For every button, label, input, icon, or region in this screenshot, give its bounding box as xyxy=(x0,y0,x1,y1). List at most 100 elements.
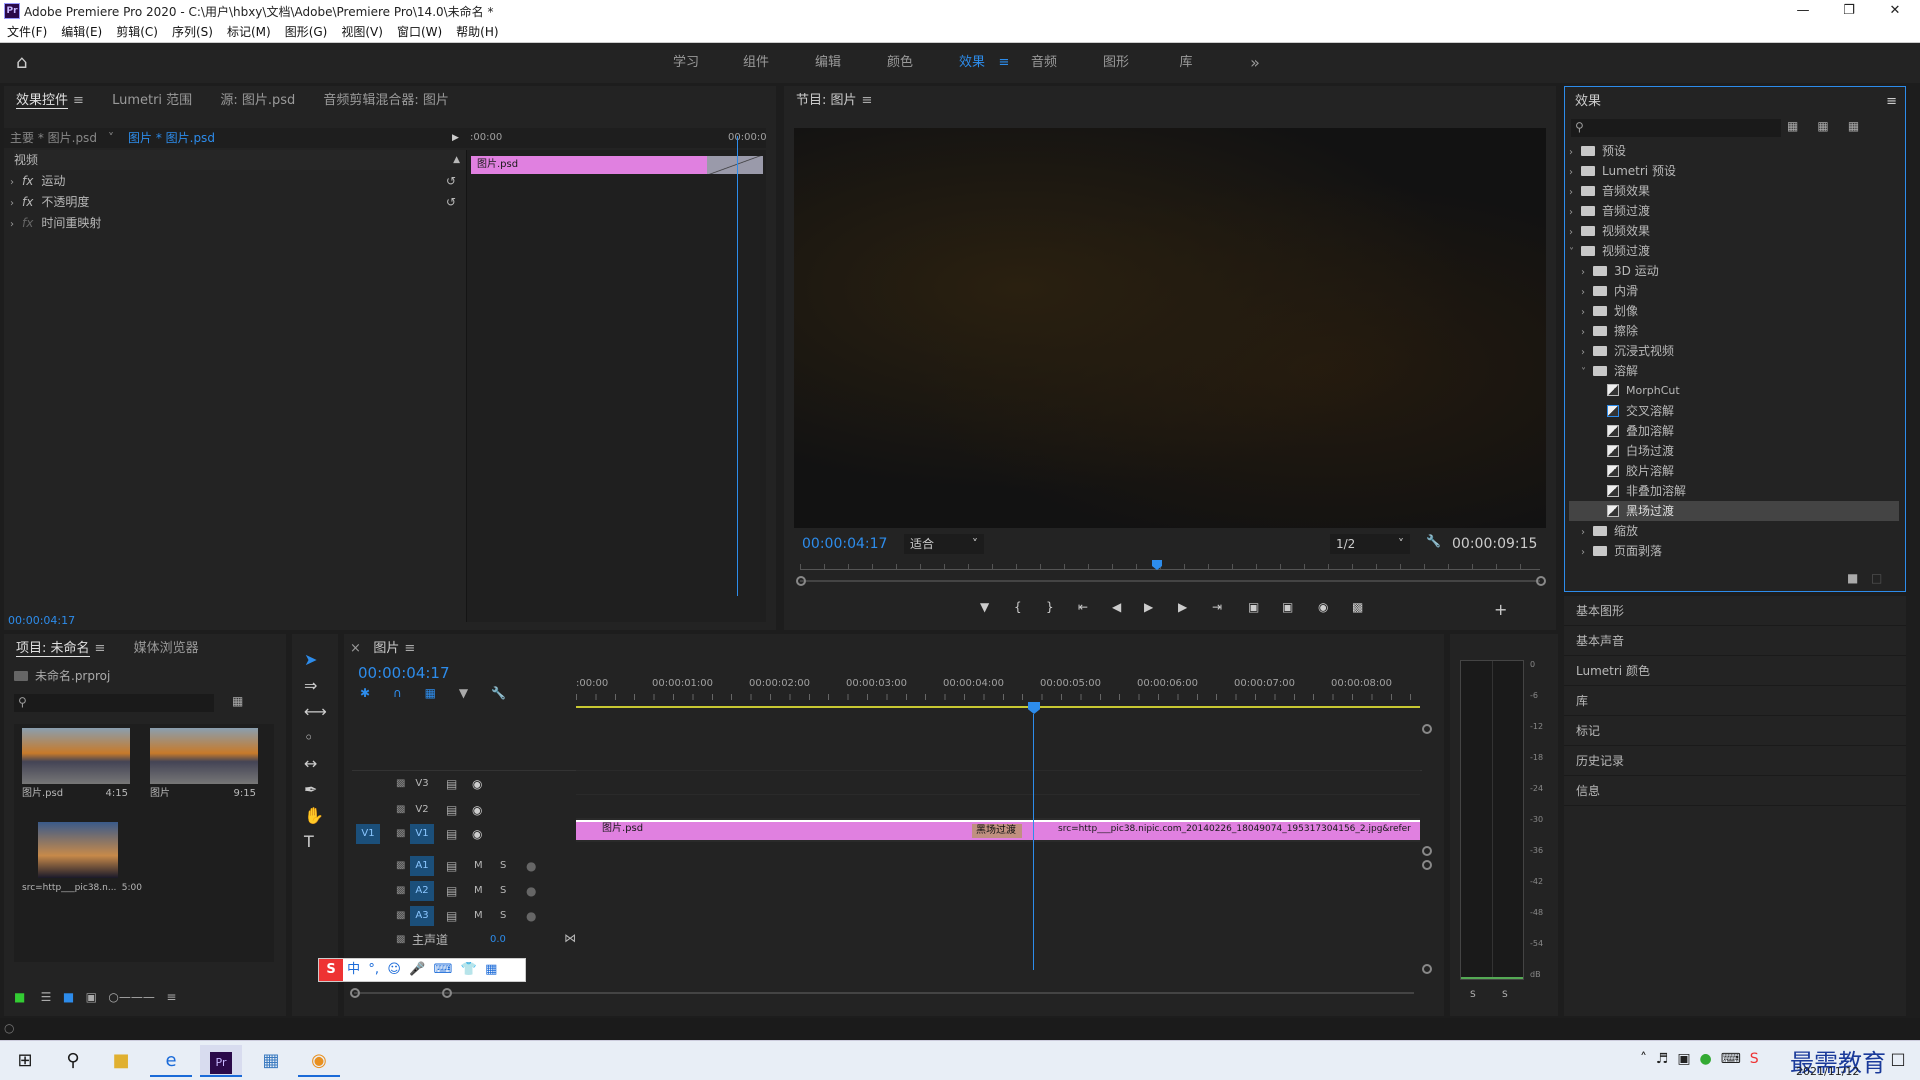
yuv-effects-icon[interactable]: ▦ xyxy=(1848,119,1859,133)
close-icon[interactable]: × xyxy=(350,641,361,656)
tab-media-browser[interactable]: 媒体浏览器 xyxy=(122,634,211,664)
snap-icon[interactable]: ∩ xyxy=(393,686,402,700)
menu-edit[interactable]: 编辑(E) xyxy=(54,22,109,42)
step-back-icon[interactable]: ◀ xyxy=(1112,600,1121,614)
speaker-icon[interactable]: ♬ xyxy=(1656,1051,1669,1067)
sync-lock-icon[interactable]: ▤ xyxy=(446,774,457,794)
project-search-input[interactable]: ⚲ xyxy=(14,694,214,712)
32bit-effects-icon[interactable]: ▦ xyxy=(1817,119,1828,133)
mute-button[interactable]: M xyxy=(474,856,483,876)
chevron-up-icon[interactable]: ˄ xyxy=(1640,1051,1647,1067)
work-area-bar[interactable] xyxy=(576,706,1420,708)
ripple-edit-tool-icon[interactable]: ⟷ xyxy=(304,702,327,721)
new-bin-icon[interactable]: ■ xyxy=(1847,571,1858,585)
add-marker-icon[interactable]: ▼ xyxy=(980,600,989,614)
mark-out-icon[interactable]: } xyxy=(1046,600,1054,614)
timeline-zoom-handle-left[interactable] xyxy=(350,988,360,998)
zoom-slider[interactable]: ○——— xyxy=(108,990,154,1004)
type-tool-icon[interactable]: T xyxy=(304,832,314,851)
folder-audio-effects[interactable]: › 音频效果 xyxy=(1569,181,1899,201)
project-item[interactable]: 图片.psd 4:15 xyxy=(22,728,138,812)
effect-cross-dissolve[interactable]: 交叉溶解 xyxy=(1569,401,1899,421)
panel-markers[interactable]: 标记 xyxy=(1564,716,1906,746)
lock-icon[interactable]: ■ xyxy=(14,990,25,1004)
effect-non-additive-dissolve[interactable]: 非叠加溶解 xyxy=(1569,481,1899,501)
effect-opacity[interactable]: › fx 不透明度 ↺ xyxy=(10,192,466,212)
ime-punctuation[interactable]: °, xyxy=(368,962,379,977)
effect-dip-to-white[interactable]: 白场过渡 xyxy=(1569,441,1899,461)
timeline-playhead-line[interactable] xyxy=(1033,714,1034,970)
lock-icon[interactable]: ▩ xyxy=(396,824,408,844)
sync-lock-icon[interactable]: ▤ xyxy=(446,824,457,844)
workspace-effects[interactable]: 效果 xyxy=(946,43,998,83)
ime-chinese-mode[interactable]: 中 xyxy=(347,962,360,977)
timeline-zoom-handle-right[interactable] xyxy=(442,988,452,998)
timeline-zoom-scrollbar[interactable] xyxy=(354,992,1414,994)
app-icon[interactable]: ◉ xyxy=(298,1045,340,1077)
workspace-learn[interactable]: 学习 xyxy=(660,43,712,83)
go-to-out-icon[interactable]: ⇥ xyxy=(1212,600,1222,614)
add-marker-icon[interactable]: ▼ xyxy=(459,686,468,700)
lock-icon[interactable]: ▩ xyxy=(396,930,405,950)
resolution-dropdown[interactable]: 1/2 ˅ xyxy=(1330,534,1410,554)
tab-project[interactable]: 项目: 未命名 ≡ xyxy=(4,634,117,664)
folder-lumetri-presets[interactable]: › Lumetri 预设 xyxy=(1569,161,1899,181)
comparison-view-icon[interactable]: ▩ xyxy=(1352,600,1363,614)
linked-selection-icon[interactable]: ▦ xyxy=(425,686,436,700)
track-v1[interactable]: V1 xyxy=(410,824,434,844)
panel-essential-graphics[interactable]: 基本图形 xyxy=(1564,596,1906,626)
workspace-libraries[interactable]: 库 xyxy=(1160,43,1212,83)
nest-icon[interactable]: ✱ xyxy=(360,686,370,700)
track-select-tool-icon[interactable]: ⇒ xyxy=(304,676,317,695)
timeline-clip-2[interactable]: src=http___pic38.nipic.com_20140226_1804… xyxy=(1022,820,1420,840)
master-volume-value[interactable]: 0.0 xyxy=(490,930,506,950)
eye-icon[interactable]: ◉ xyxy=(472,800,482,820)
track-v3[interactable]: V3 xyxy=(410,774,434,794)
step-forward-icon[interactable]: ▶ xyxy=(1178,600,1187,614)
lock-icon[interactable]: ▩ xyxy=(396,881,405,901)
timeline-current-time[interactable]: 00:00:04:17 xyxy=(358,664,450,682)
track-v2[interactable]: V2 xyxy=(410,800,434,820)
microphone-icon[interactable]: ● xyxy=(526,856,536,876)
notification-icon[interactable]: □ xyxy=(1886,1049,1910,1073)
master-clip-label[interactable]: 主要 * 图片.psd xyxy=(10,128,97,148)
list-view-icon[interactable]: ☰ xyxy=(41,990,52,1004)
extract-icon[interactable]: ▣ xyxy=(1282,600,1293,614)
mute-button[interactable]: M xyxy=(474,881,483,901)
razor-tool-icon[interactable]: ◦ xyxy=(304,728,313,747)
meter-solo-left[interactable]: S xyxy=(1470,990,1476,1000)
minimize-button[interactable]: — xyxy=(1780,0,1826,22)
restore-button[interactable]: ❐ xyxy=(1826,0,1872,22)
track-a3[interactable]: A3 xyxy=(410,906,434,926)
ec-mini-timeline-ruler[interactable]: :00:00 00:00:0 xyxy=(466,128,767,148)
play-arrow-icon[interactable]: ▶ xyxy=(452,128,459,148)
timeline-ruler[interactable]: :00:00 00:00:01:00 00:00:02:00 00:00:03:… xyxy=(576,674,1420,714)
sync-lock-icon[interactable]: ▤ xyxy=(446,881,457,901)
emoji-icon[interactable]: ☺ xyxy=(387,962,401,977)
folder-presets[interactable]: › 预设 xyxy=(1569,141,1899,161)
tab-lumetri-scopes[interactable]: Lumetri 范围 xyxy=(100,86,204,116)
project-item[interactable]: src=http___pic38.n... 5:00 xyxy=(22,822,146,906)
menu-window[interactable]: 窗口(W) xyxy=(390,22,449,42)
close-button[interactable]: ✕ xyxy=(1872,0,1918,22)
pen-tool-icon[interactable]: ✒ xyxy=(304,780,317,799)
more-workspaces-icon[interactable]: » xyxy=(1240,43,1270,83)
timeline-clip-1[interactable]: 图片.psd xyxy=(576,820,1022,840)
reset-icon[interactable]: ↺ xyxy=(446,171,456,191)
add-button-icon[interactable]: + xyxy=(1494,600,1507,619)
new-bin-icon[interactable]: ▦ xyxy=(232,694,243,708)
sequence-tab[interactable]: 图片 xyxy=(373,641,399,656)
track-a2[interactable]: A2 xyxy=(410,881,434,901)
workspace-audio[interactable]: 音频 xyxy=(1018,43,1070,83)
reset-icon[interactable]: ↺ xyxy=(446,192,456,212)
panel-info[interactable]: 信息 xyxy=(1564,776,1906,806)
folder-3d-motion[interactable]: › 3D 运动 xyxy=(1569,261,1899,281)
panel-lumetri-color[interactable]: Lumetri 颜色 xyxy=(1564,656,1906,686)
tab-audio-clip-mixer[interactable]: 音频剪辑混合器: 图片 xyxy=(311,86,461,116)
hand-tool-icon[interactable]: ✋ xyxy=(304,806,324,825)
toolbox-icon[interactable]: ▦ xyxy=(485,962,497,977)
menu-file[interactable]: 文件(F) xyxy=(0,22,54,42)
menu-view[interactable]: 视图(V) xyxy=(334,22,390,42)
lock-icon[interactable]: ▩ xyxy=(396,856,405,876)
effect-morphcut[interactable]: MorphCut xyxy=(1569,381,1899,401)
